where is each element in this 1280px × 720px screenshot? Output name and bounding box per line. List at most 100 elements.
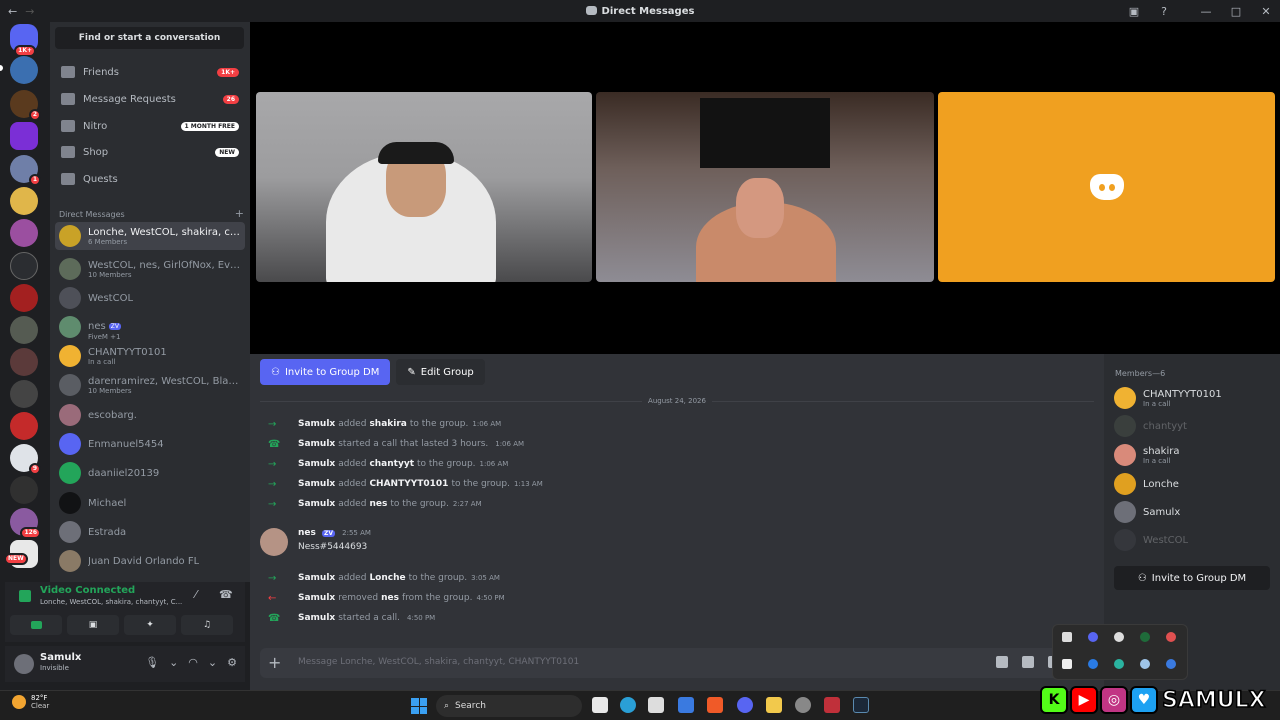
actor-name[interactable]: Samulx — [298, 479, 335, 489]
shop-nav[interactable]: Shop NEW — [55, 140, 245, 164]
store-icon[interactable] — [648, 697, 664, 713]
dm-item[interactable]: nes ZV FiveM +1 — [55, 313, 245, 341]
dm-item[interactable]: WestCOL, nes, GirlOfNox, Eva P... 10 Memb… — [55, 255, 245, 283]
noise-suppression-icon[interactable]: ⁄ — [195, 588, 197, 601]
dm-item[interactable]: darenramirez, WestCOL, Blassti... 10 Memb… — [55, 371, 245, 399]
actor-name[interactable]: Samulx — [298, 573, 335, 583]
message-requests-nav[interactable]: Message Requests 26 — [55, 87, 245, 111]
dm-item[interactable]: Estrada — [55, 518, 245, 546]
server-icon[interactable] — [10, 284, 38, 312]
mail-icon[interactable] — [678, 697, 694, 713]
tray-app-icon[interactable] — [1140, 659, 1150, 669]
server-icon[interactable]: NEW — [4, 540, 38, 568]
taskbar-search[interactable]: ⌕ Search — [436, 695, 582, 717]
friends-nav[interactable]: Friends 1K+ — [55, 60, 245, 84]
inbox-icon[interactable]: ▣ — [1126, 3, 1142, 19]
member-item[interactable]: chantyyt — [1114, 412, 1187, 440]
close-button[interactable]: ✕ — [1258, 3, 1274, 19]
tray-app-icon[interactable] — [1088, 632, 1098, 642]
member-item[interactable]: CHANTYYT0101 In a call — [1114, 384, 1222, 412]
soundboard-button[interactable]: ♫ — [181, 615, 233, 635]
edit-group-button[interactable]: ✎ Edit Group — [396, 359, 485, 385]
app-icon[interactable] — [824, 697, 840, 713]
target-name[interactable]: nes — [381, 593, 399, 603]
video-tile[interactable] — [596, 92, 934, 282]
invite-to-group-button[interactable]: ⚇ Invite to Group DM — [1114, 566, 1270, 590]
actor-name[interactable]: Samulx — [298, 613, 335, 623]
dm-item[interactable]: WestCOL — [55, 284, 245, 312]
server-icon[interactable] — [10, 252, 38, 280]
windows-start-icon[interactable] — [411, 698, 427, 714]
create-dm-plus-icon[interactable]: + — [235, 207, 244, 220]
actor-name[interactable]: Samulx — [298, 439, 335, 449]
actor-name[interactable]: Samulx — [298, 593, 335, 603]
task-view-icon[interactable] — [592, 697, 608, 713]
video-tile[interactable] — [938, 92, 1275, 282]
member-item[interactable]: Lonche — [1114, 470, 1179, 498]
server-icon[interactable]: 9 — [10, 444, 41, 475]
steam-icon[interactable] — [853, 697, 869, 713]
tray-app-icon[interactable] — [1062, 659, 1072, 669]
server-icon[interactable] — [10, 122, 38, 150]
tray-app-icon[interactable] — [1166, 632, 1176, 642]
avatar[interactable] — [260, 528, 288, 556]
dm-item[interactable]: Michael — [55, 489, 245, 517]
target-name[interactable]: Lonche — [369, 573, 405, 583]
folder-icon[interactable] — [766, 697, 782, 713]
server-icon[interactable] — [10, 56, 38, 84]
nitro-nav[interactable]: Nitro 1 MONTH FREE — [55, 114, 245, 138]
target-name[interactable]: nes — [369, 499, 387, 509]
video-tile[interactable] — [256, 92, 592, 282]
target-name[interactable]: CHANTYYT0101 — [369, 479, 448, 489]
server-icon[interactable] — [10, 380, 38, 408]
dm-item[interactable]: Enmanuel5454 — [55, 430, 245, 458]
invite-to-group-button[interactable]: ⚇ Invite to Group DM — [260, 359, 391, 385]
avatar[interactable] — [14, 654, 34, 674]
server-icon[interactable]: 126 — [10, 508, 41, 539]
dm-item[interactable]: escobarg. — [55, 401, 245, 429]
actor-name[interactable]: Samulx — [298, 419, 335, 429]
actor-name[interactable]: Samulx — [298, 459, 335, 469]
target-name[interactable]: chantyyt — [369, 459, 414, 469]
signal-icon[interactable] — [19, 590, 31, 602]
find-conversation-button[interactable]: Find or start a conversation — [55, 27, 244, 49]
edge-icon[interactable] — [620, 697, 636, 713]
weather-widget[interactable]: 82°F Clear — [12, 694, 49, 710]
server-icon[interactable] — [10, 348, 38, 376]
headphones-icon[interactable]: ◠ — [188, 656, 198, 669]
tray-app-icon[interactable] — [1062, 632, 1072, 642]
quests-nav[interactable]: Quests — [55, 167, 245, 191]
dm-item[interactable]: Lonche, WestCOL, shakira, cha... 6 Member… — [55, 222, 245, 250]
tray-app-icon[interactable] — [1114, 632, 1124, 642]
dm-item[interactable]: CHANTYYT0101 In a call — [55, 342, 245, 370]
back-arrow-icon[interactable]: ← — [8, 5, 17, 18]
server-icon[interactable] — [10, 476, 38, 504]
dm-item[interactable]: daaniiel20139 — [55, 459, 245, 487]
gift-icon[interactable] — [996, 656, 1008, 668]
activities-button[interactable]: ✦ — [124, 615, 176, 635]
actor-name[interactable]: Samulx — [298, 499, 335, 509]
camera-button[interactable] — [10, 615, 62, 635]
chevron-down-icon[interactable]: ⌄ — [208, 656, 217, 669]
tray-app-icon[interactable] — [1166, 659, 1176, 669]
message-author[interactable]: nes — [298, 528, 316, 538]
screen-share-button[interactable]: ▣ — [67, 615, 119, 635]
disconnect-icon[interactable]: ☎ — [219, 588, 233, 601]
server-icon[interactable] — [10, 412, 38, 440]
gif-icon[interactable] — [1022, 656, 1034, 668]
tray-app-icon[interactable] — [1140, 632, 1150, 642]
tray-app-icon[interactable] — [1088, 659, 1098, 669]
server-icon[interactable] — [10, 316, 38, 344]
member-item[interactable]: Samulx — [1114, 498, 1180, 526]
member-item[interactable]: WestCOL — [1114, 526, 1188, 554]
chevron-down-icon[interactable]: ⌄ — [169, 656, 178, 669]
maximize-button[interactable]: □ — [1228, 3, 1244, 19]
message-input[interactable]: Message Lonche, WestCOL, shakira, chanty… — [298, 657, 579, 667]
app-icon[interactable] — [795, 697, 811, 713]
home-button[interactable]: 1K+ — [10, 24, 38, 57]
microphone-icon[interactable]: 🎙︎ — [145, 656, 159, 669]
gear-icon[interactable]: ⚙ — [227, 656, 237, 669]
server-icon[interactable]: 1 — [10, 155, 41, 186]
tray-app-icon[interactable] — [1114, 659, 1124, 669]
discord-icon[interactable] — [737, 697, 753, 713]
